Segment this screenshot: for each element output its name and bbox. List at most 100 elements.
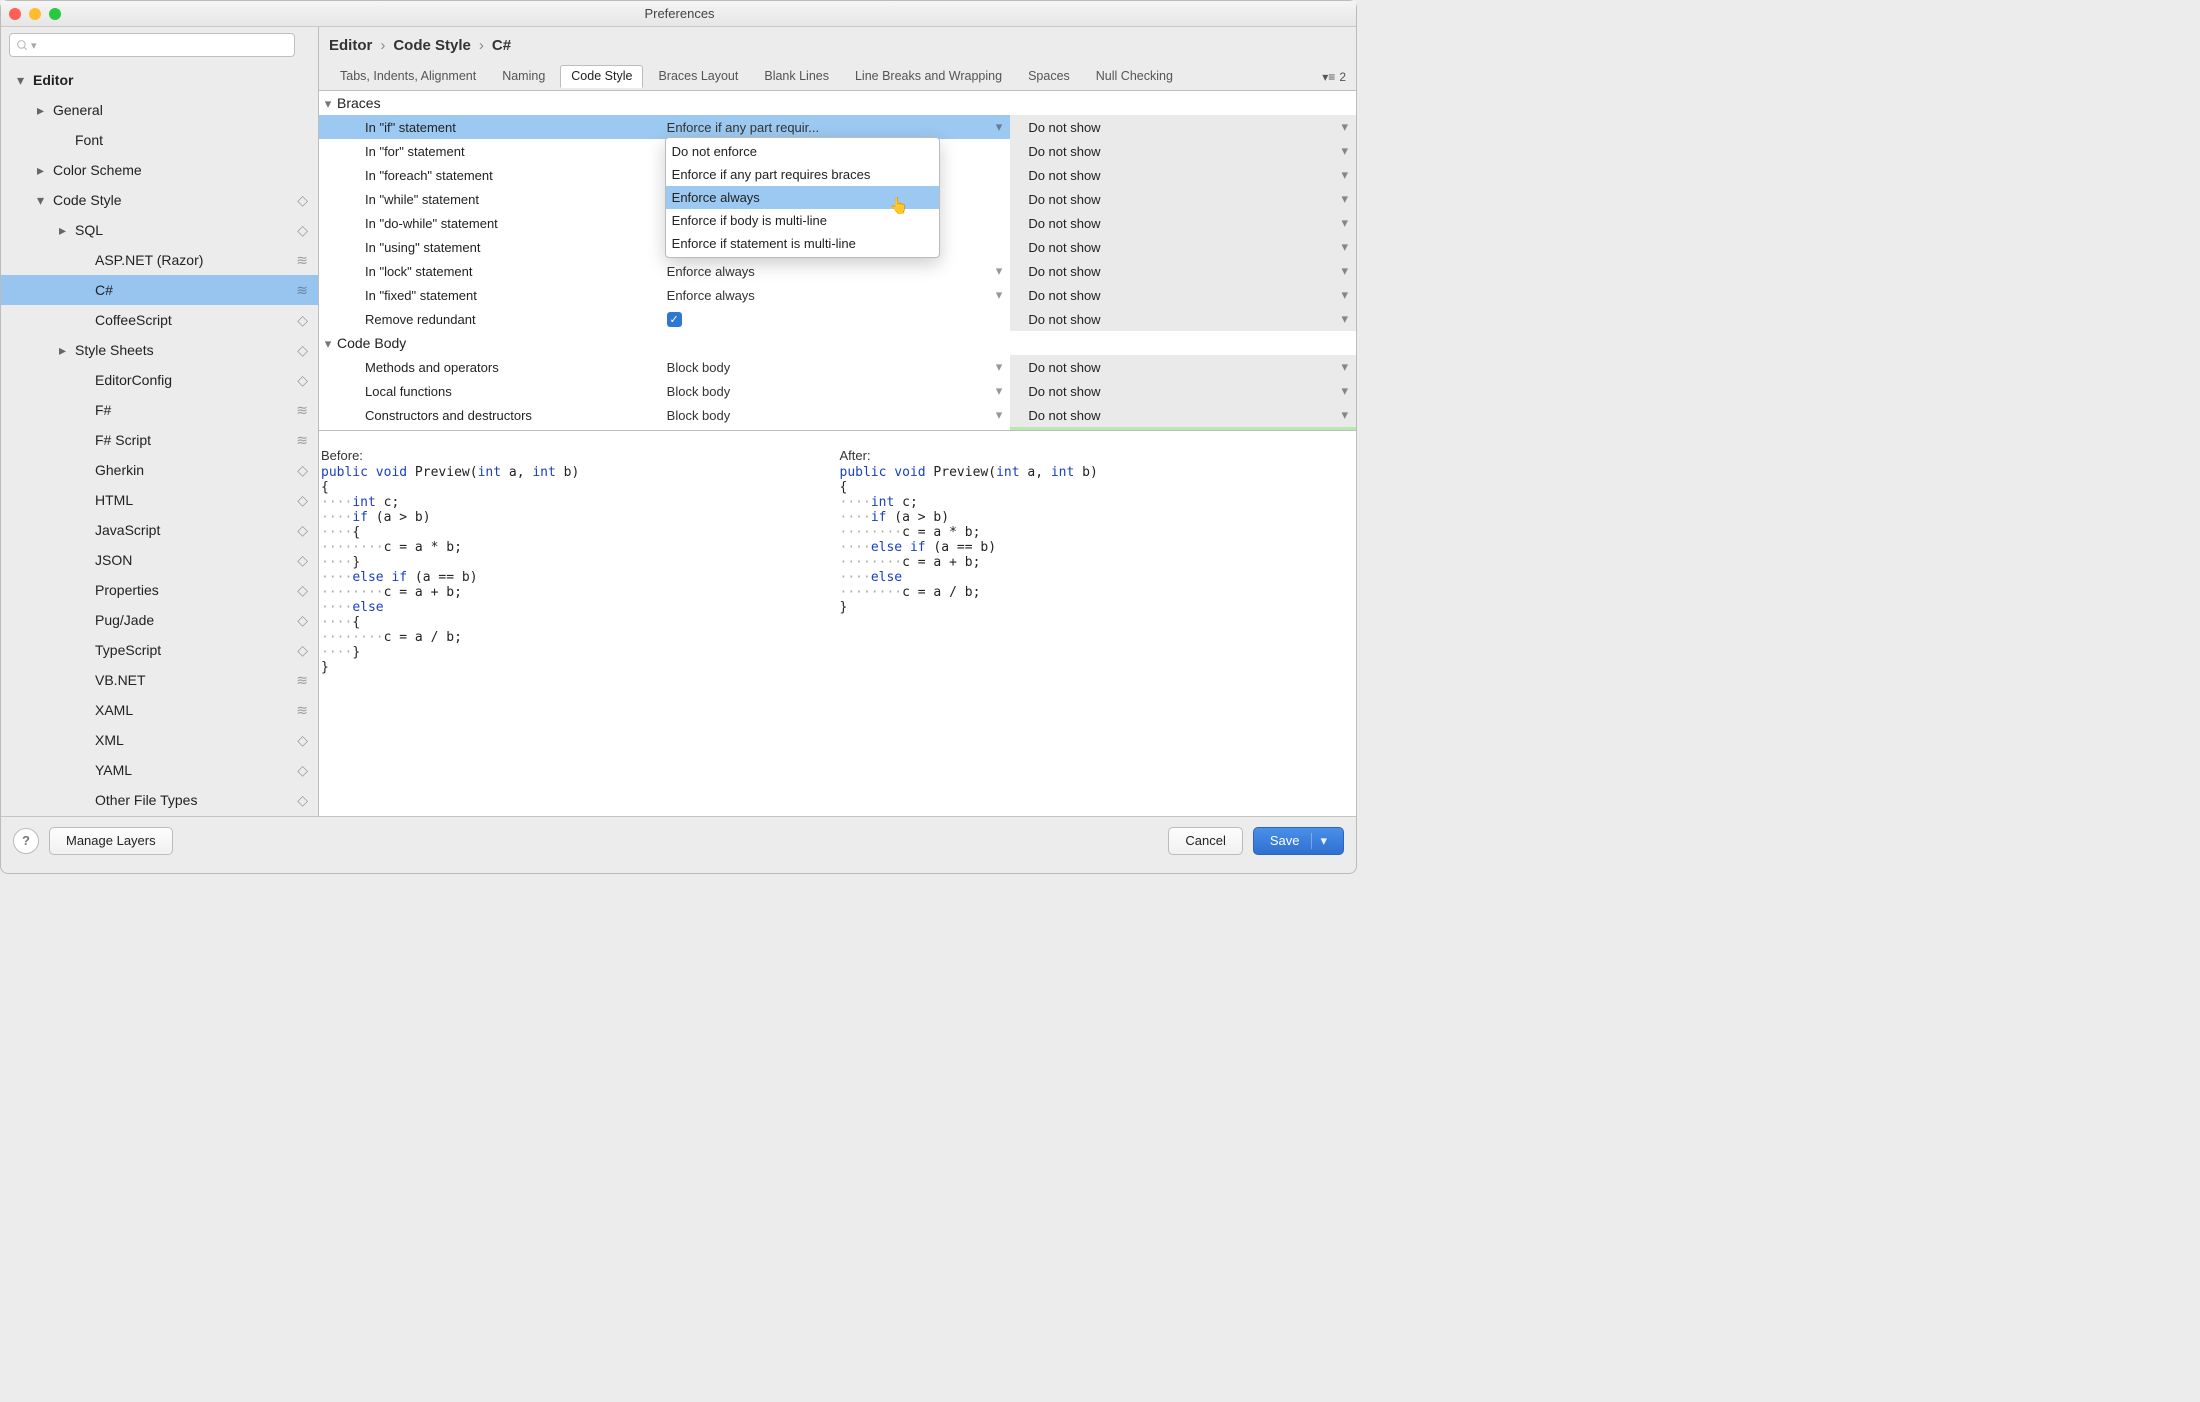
setting-row[interactable]: Remove redundant✓Do not show▾ xyxy=(319,307,1356,331)
sidebar-item-pug-jade[interactable]: Pug/Jade◇ xyxy=(1,605,318,635)
enforcement-dropdown[interactable]: Enforce if any part requir...▾ xyxy=(665,115,1011,139)
tab-tabs-indents-alignment[interactable]: Tabs, Indents, Alignment xyxy=(329,65,487,88)
severity-dropdown[interactable]: Do not show▾ xyxy=(1010,187,1356,211)
tab-naming[interactable]: Naming xyxy=(491,65,556,88)
severity-dropdown[interactable]: Do not show▾ xyxy=(1010,235,1356,259)
enforcement-dropdown[interactable]: Enforce always▾ xyxy=(665,283,1011,307)
manage-layers-button[interactable]: Manage Layers xyxy=(49,827,173,855)
minimize-window-button[interactable] xyxy=(29,8,41,20)
chevron-down-icon: ▾ xyxy=(1341,119,1348,135)
sidebar-item-f-[interactable]: F#≋ xyxy=(1,395,318,425)
severity-dropdown[interactable]: Do not show▾ xyxy=(1010,163,1356,187)
sidebar-item-yaml[interactable]: YAML◇ xyxy=(1,755,318,785)
enforcement-dropdown[interactable]: Block body▾ xyxy=(665,355,1011,379)
chevron-down-icon: ▾ xyxy=(1341,239,1348,255)
help-button[interactable]: ? xyxy=(13,828,39,854)
layers-icon: ≋ xyxy=(296,432,308,449)
sidebar-item-html[interactable]: HTML◇ xyxy=(1,485,318,515)
tree-root-editor[interactable]: ▾ Editor xyxy=(1,65,318,95)
sidebar-item-gherkin[interactable]: Gherkin◇ xyxy=(1,455,318,485)
layer-icon: ◇ xyxy=(297,372,308,389)
enforcement-dropdown[interactable]: Block body▾ xyxy=(665,379,1011,403)
chevron-icon: ▸ xyxy=(37,102,49,119)
severity-dropdown[interactable]: Do not show▾ xyxy=(1010,307,1356,331)
sidebar-item-font[interactable]: Font xyxy=(1,125,318,155)
chevron-down-icon: ▾ xyxy=(17,72,29,89)
enforcement-dropdown[interactable]: Block body▾ xyxy=(665,403,1011,427)
sidebar-item-color-scheme[interactable]: ▸Color Scheme xyxy=(1,155,318,185)
sidebar-item-xml[interactable]: XML◇ xyxy=(1,725,318,755)
content-area: Editor › Code Style › C# Tabs, Indents, … xyxy=(319,27,1356,816)
chevron-down-icon: ▾ xyxy=(996,263,1003,279)
maximize-window-button[interactable] xyxy=(49,8,61,20)
chevron-down-icon: ▾ xyxy=(996,383,1003,399)
chevron-down-icon: ▾ xyxy=(1341,287,1348,303)
sidebar-item-xaml[interactable]: XAML≋ xyxy=(1,695,318,725)
severity-dropdown[interactable]: Do not show▾ xyxy=(1010,355,1356,379)
tab-null-checking[interactable]: Null Checking xyxy=(1085,65,1184,88)
setting-row[interactable]: In "lock" statementEnforce always▾Do not… xyxy=(319,259,1356,283)
dropdown-option[interactable]: Enforce if body is multi-line xyxy=(666,209,939,232)
setting-row[interactable]: Constructors and destructorsBlock body▾D… xyxy=(319,403,1356,427)
dropdown-option[interactable]: Enforce always xyxy=(666,186,939,209)
severity-dropdown[interactable]: Do not show▾ xyxy=(1010,211,1356,235)
severity-dropdown[interactable]: Do not show▾ xyxy=(1010,283,1356,307)
settings-list[interactable]: ▾BracesIn "if" statementEnforce if any p… xyxy=(319,91,1356,431)
severity-dropdown[interactable]: Do not show▾ xyxy=(1010,259,1356,283)
severity-dropdown[interactable]: Do not show▾ xyxy=(1010,379,1356,403)
sidebar-item-sql[interactable]: ▸SQL◇ xyxy=(1,215,318,245)
sidebar-item-vb-net[interactable]: VB.NET≋ xyxy=(1,665,318,695)
sidebar-item-f-script[interactable]: F# Script≋ xyxy=(1,425,318,455)
setting-row[interactable]: In "fixed" statementEnforce always▾Do no… xyxy=(319,283,1356,307)
setting-row[interactable]: Methods and operatorsBlock body▾Do not s… xyxy=(319,355,1356,379)
setting-label: Local functions xyxy=(319,379,665,403)
sidebar-item-other-file-types[interactable]: Other File Types◇ xyxy=(1,785,318,815)
group-label[interactable]: Code Body xyxy=(337,335,406,351)
sidebar-item-asp-net-razor-[interactable]: ASP.NET (Razor)≋ xyxy=(1,245,318,275)
tab-line-breaks-and-wrapping[interactable]: Line Breaks and Wrapping xyxy=(844,65,1013,88)
severity-dropdown[interactable]: Do not show▾ xyxy=(1010,115,1356,139)
settings-tree: ▾ Editor ▸GeneralFont▸Color Scheme▾Code … xyxy=(1,63,318,817)
chevron-down-icon[interactable]: ▾ xyxy=(1311,833,1327,849)
checkbox[interactable]: ✓ xyxy=(667,312,682,327)
severity-dropdown[interactable]: Do not show▾ xyxy=(1010,139,1356,163)
sidebar-item-typescript[interactable]: TypeScript◇ xyxy=(1,635,318,665)
cancel-button[interactable]: Cancel xyxy=(1168,827,1242,855)
setting-row[interactable]: In "if" statementEnforce if any part req… xyxy=(319,115,1356,139)
enforcement-dropdown[interactable]: Enforce always ▾ xyxy=(665,259,1011,283)
sidebar-item-style-sheets[interactable]: ▸Style Sheets◇ xyxy=(1,335,318,365)
sidebar-item-json[interactable]: JSON◇ xyxy=(1,545,318,575)
sidebar-item-general[interactable]: ▸General xyxy=(1,95,318,125)
group-label[interactable]: Braces xyxy=(337,95,381,111)
crumb[interactable]: Editor xyxy=(329,37,372,54)
setting-label: In "if" statement xyxy=(319,115,665,139)
tab-braces-layout[interactable]: Braces Layout xyxy=(647,65,749,88)
setting-row[interactable]: Local functionsBlock body▾Do not show▾ xyxy=(319,379,1356,403)
chevron-down-icon: ▾ xyxy=(996,407,1003,423)
tab-spaces[interactable]: Spaces xyxy=(1017,65,1081,88)
setting-row[interactable]: Properties, indexers and eventsExpressio… xyxy=(319,427,1356,431)
sidebar-item-editorconfig[interactable]: EditorConfig◇ xyxy=(1,365,318,395)
search-input[interactable]: ▾ xyxy=(9,33,295,57)
save-button[interactable]: Save ▾ xyxy=(1253,827,1344,855)
dropdown-option[interactable]: Enforce if any part requires braces xyxy=(666,163,939,186)
chevron-down-icon: ▾ xyxy=(1341,215,1348,231)
sidebar-item-coffeescript[interactable]: CoffeeScript◇ xyxy=(1,305,318,335)
sidebar-item-properties[interactable]: Properties◇ xyxy=(1,575,318,605)
severity-dropdown[interactable]: Do not show▾ xyxy=(1010,403,1356,427)
sidebar-item-javascript[interactable]: JavaScript◇ xyxy=(1,515,318,545)
crumb[interactable]: C# xyxy=(492,37,511,54)
tab-code-style[interactable]: Code Style xyxy=(560,65,643,88)
layer-icon: ◇ xyxy=(297,312,308,329)
enforcement-dropdown[interactable]: Expression body▾ xyxy=(665,427,1011,431)
sidebar-item-code-style[interactable]: ▾Code Style◇ xyxy=(1,185,318,215)
severity-dropdown[interactable]: Suggestion▾ xyxy=(1010,427,1356,431)
layer-indicator[interactable]: ▾≡ 2 xyxy=(1322,70,1356,84)
crumb[interactable]: Code Style xyxy=(393,37,471,54)
dropdown-value: Enforce always xyxy=(667,264,755,279)
dropdown-option[interactable]: Do not enforce xyxy=(666,140,939,163)
dropdown-option[interactable]: Enforce if statement is multi-line xyxy=(666,232,939,255)
tab-blank-lines[interactable]: Blank Lines xyxy=(753,65,840,88)
close-window-button[interactable] xyxy=(9,8,21,20)
sidebar-item-c-[interactable]: C#≋ xyxy=(1,275,318,305)
